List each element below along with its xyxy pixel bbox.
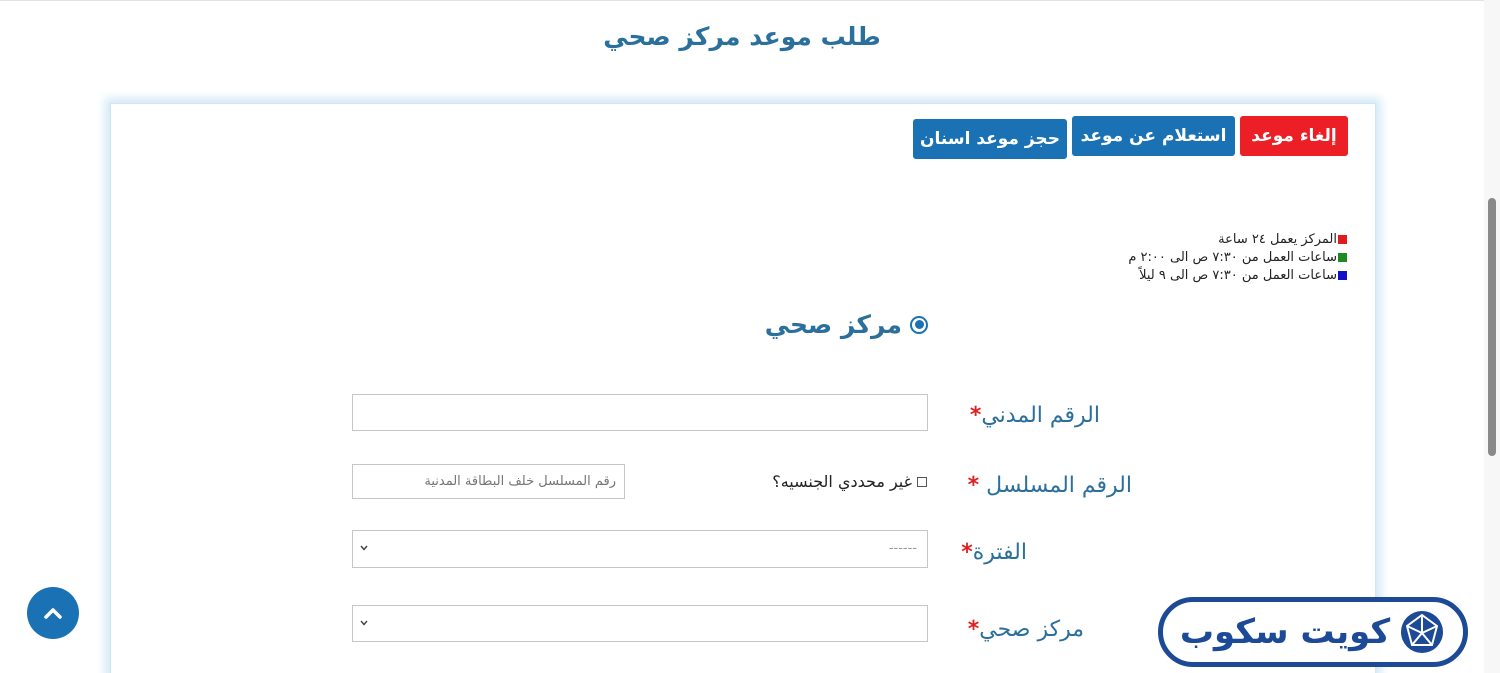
dental-appointment-button[interactable]: حجز موعد اسنان: [913, 119, 1067, 159]
legend-label: المركز يعمل ٢٤ ساعة: [1218, 232, 1337, 247]
health-center-radio-option[interactable]: مركز صحي: [765, 310, 928, 339]
health-center-label: مركز صحي*: [967, 617, 1084, 642]
civil-id-label: الرقم المدني*: [969, 403, 1100, 428]
back-to-top-button[interactable]: [27, 587, 79, 639]
watermark-text: كويت سكوب: [1179, 612, 1391, 652]
stateless-label: غير محددي الجنسيه؟: [772, 472, 912, 491]
period-select[interactable]: ------: [352, 530, 928, 568]
serial-number-label: الرقم المسلسل *: [967, 473, 1132, 498]
radio-label: مركز صحي: [764, 310, 902, 339]
chevron-down-icon: [360, 545, 368, 551]
blue-square-icon: [1338, 271, 1347, 280]
health-center-select[interactable]: [352, 605, 928, 642]
vertical-scrollbar[interactable]: [1484, 0, 1500, 673]
site-watermark-logo: كويت سكوب: [1158, 597, 1468, 667]
radio-selected-icon[interactable]: [910, 315, 928, 334]
red-square-icon: [1338, 235, 1347, 244]
period-select-value: ------: [888, 541, 917, 556]
cancel-appointment-button[interactable]: إلغاء موعد: [1240, 116, 1348, 156]
inquiry-appointment-button[interactable]: استعلام عن موعد: [1072, 116, 1235, 156]
legend-item-24h: المركز يعمل ٢٤ ساعة: [1218, 232, 1347, 247]
green-square-icon: [1338, 253, 1347, 262]
stateless-checkbox-option[interactable]: غير محددي الجنسيه؟: [772, 472, 927, 491]
legend-label: ساعات العمل من ٧:٣٠ ص الى ٢:٠٠ م: [1128, 250, 1337, 265]
legend-item-morning: ساعات العمل من ٧:٣٠ ص الى ٢:٠٠ م: [1128, 250, 1347, 265]
checkbox-unchecked-icon[interactable]: [917, 476, 927, 487]
scrollbar-thumb[interactable]: [1488, 198, 1496, 456]
legend-item-evening: ساعات العمل من ٧:٣٠ ص الى ٩ ليلاً: [1139, 268, 1347, 283]
chevron-down-icon: [360, 620, 368, 626]
chevron-up-icon: [44, 608, 62, 619]
page-title: طلب موعد مركز صحي: [603, 22, 881, 51]
page: طلب موعد مركز صحي إلغاء موعد استعلام عن …: [0, 0, 1500, 673]
globe-icon: [1401, 611, 1444, 653]
appointment-card: [110, 103, 1376, 673]
legend-label: ساعات العمل من ٧:٣٠ ص الى ٩ ليلاً: [1139, 268, 1337, 283]
serial-number-input[interactable]: [352, 464, 625, 499]
civil-id-input[interactable]: [352, 394, 928, 431]
period-label: الفترة*: [961, 540, 1027, 565]
top-divider: [0, 0, 1484, 1]
